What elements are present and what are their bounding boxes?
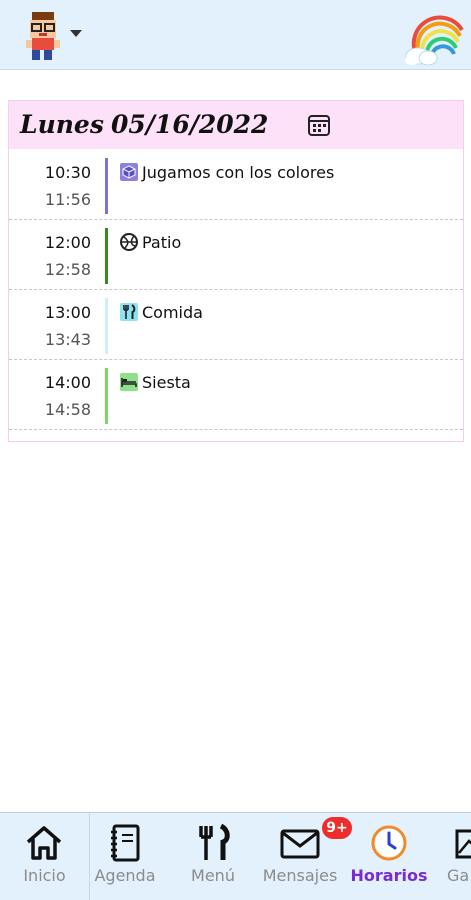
schedule-slot[interactable]: 12:00 12:58 Patio <box>9 220 463 290</box>
nav-item-menu[interactable]: Menú <box>175 813 251 900</box>
schedule-slot[interactable]: 10:30 11:56 Jugamos con los colores <box>9 150 463 220</box>
messages-count-badge: 9+ <box>322 817 352 839</box>
slot-end-time: 12:58 <box>44 260 91 279</box>
nav-item-agenda[interactable]: Agenda <box>90 813 160 900</box>
envelope-icon <box>280 829 320 859</box>
boy-avatar-icon[interactable] <box>20 10 68 62</box>
nav-item-horarios[interactable]: Horarios <box>350 813 428 900</box>
cutlery-icon <box>120 303 138 321</box>
slot-color-bar <box>105 368 108 424</box>
top-bar <box>0 0 471 70</box>
ball-icon <box>120 233 138 251</box>
nav-label: Ga <box>447 866 470 885</box>
slot-activity-name: Patio <box>142 233 182 252</box>
schedule-slot[interactable]: 14:00 14:58 Siesta <box>9 360 463 430</box>
cube-icon <box>120 163 138 181</box>
nav-label: Menú <box>191 866 235 885</box>
schedule-card: Lunes 05/16/2022 10:30 11:56 Jugamos con… <box>8 100 464 442</box>
slot-end-time: 11:56 <box>44 190 91 209</box>
bed-icon <box>120 373 138 391</box>
cutlery-icon <box>199 823 230 860</box>
day-header: Lunes 05/16/2022 <box>9 101 463 149</box>
gallery-icon <box>455 829 471 859</box>
nav-label: Agenda <box>94 866 156 885</box>
home-icon <box>26 826 62 860</box>
nav-label: Mensajes <box>262 866 338 885</box>
slot-start-time: 10:30 <box>44 163 91 182</box>
nav-item-galeria[interactable]: Ga <box>440 813 471 900</box>
notebook-icon <box>111 824 140 862</box>
slot-end-time: 14:58 <box>44 400 91 419</box>
bottom-navigation: Inicio Agenda Menú Mensajes Horarios Ga <box>0 812 471 900</box>
rainbow-cloud-icon <box>405 15 464 66</box>
slot-start-time: 13:00 <box>44 303 91 322</box>
slot-color-bar <box>105 298 108 354</box>
nav-label: Inicio <box>23 866 66 885</box>
schedule-slot[interactable]: 13:00 13:43 Comida <box>9 290 463 360</box>
slot-color-bar <box>105 158 108 214</box>
slot-activity-name: Siesta <box>142 373 191 392</box>
clock-icon <box>371 825 407 861</box>
nav-item-inicio[interactable]: Inicio <box>0 813 89 900</box>
caret-down-icon[interactable] <box>70 30 82 37</box>
calendar-icon[interactable] <box>307 113 331 137</box>
slot-start-time: 12:00 <box>44 233 91 252</box>
day-date: 05/16/2022 <box>111 110 269 139</box>
nav-label: Horarios <box>350 866 428 885</box>
slot-end-time: 13:43 <box>44 330 91 349</box>
slot-activity-name: Comida <box>142 303 203 322</box>
slot-start-time: 14:00 <box>44 373 91 392</box>
slot-color-bar <box>105 228 108 284</box>
day-name: Lunes <box>20 110 104 139</box>
slot-activity-name: Jugamos con los colores <box>142 163 335 182</box>
